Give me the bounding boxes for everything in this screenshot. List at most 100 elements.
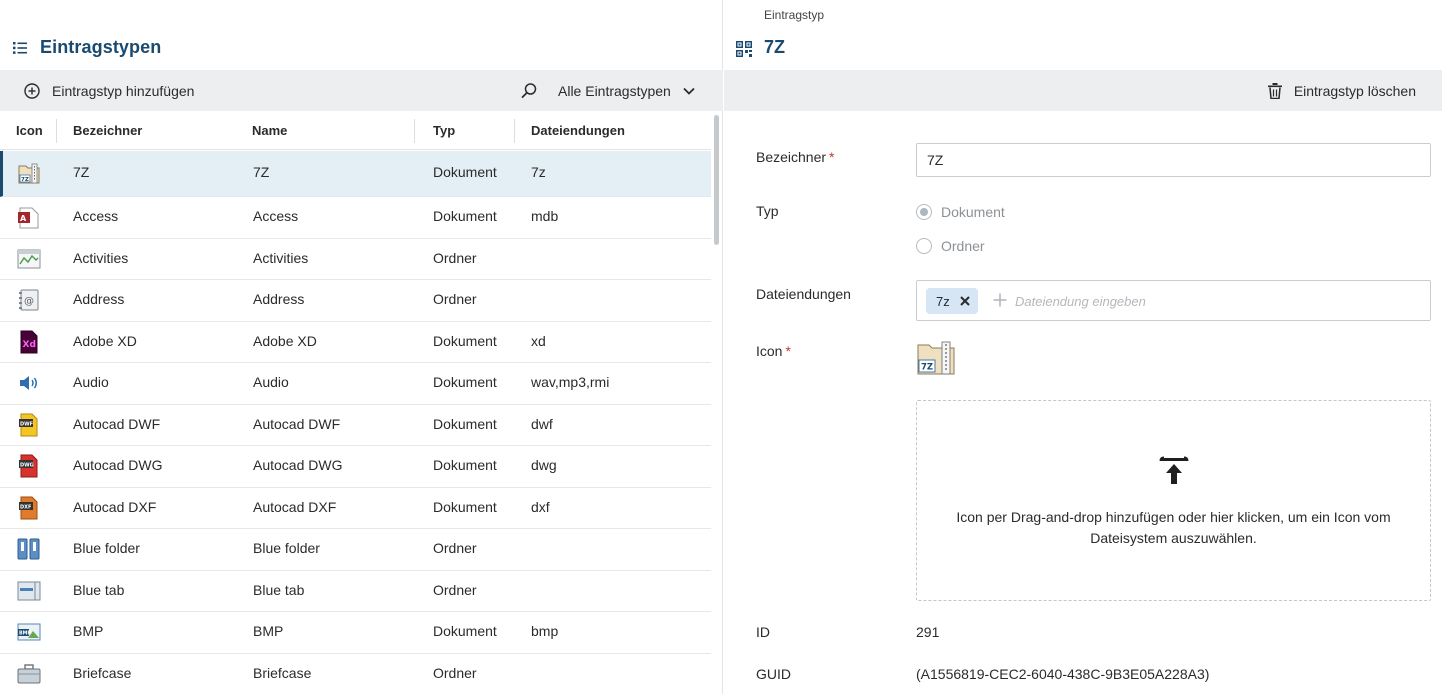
- table-row[interactable]: @ Address Address Ordner: [0, 280, 711, 322]
- table-row[interactable]: DWF Autocad DWF Autocad DWF Dokument dwf: [0, 405, 711, 446]
- column-header-type[interactable]: Typ: [433, 123, 455, 138]
- table-row[interactable]: Blue tab Blue tab Ordner: [0, 571, 711, 612]
- row-name: Audio: [253, 374, 289, 390]
- archive-7z-icon: 7Z: [18, 163, 40, 184]
- plus-icon[interactable]: [993, 293, 1007, 307]
- blue-tab-icon: [17, 581, 41, 601]
- column-header-identifier[interactable]: Bezeichner: [73, 123, 142, 138]
- detail-header: Eintragstyp 7Z: [724, 0, 1442, 70]
- extensions-label: Dateiendungen: [756, 286, 851, 302]
- address-icon: @: [19, 289, 39, 311]
- row-extensions: mdb: [531, 208, 559, 224]
- delete-entry-type-label: Eintragstyp löschen: [1293, 82, 1416, 99]
- table-row[interactable]: Activities Activities Ordner: [0, 239, 711, 280]
- row-name: BMP: [253, 623, 284, 639]
- delete-entry-type-button[interactable]: Eintragstyp löschen: [1267, 80, 1416, 101]
- archive-7z-icon: 7Z: [917, 341, 955, 375]
- required-marker: *: [829, 149, 835, 165]
- row-extensions: wav,mp3,rmi: [531, 374, 610, 390]
- row-name: Autocad DXF: [253, 499, 337, 515]
- extension-input[interactable]: [1015, 289, 1315, 313]
- row-identifier: Blue tab: [73, 582, 125, 598]
- chevron-down-icon: [683, 87, 695, 95]
- blue-folder-icon: [17, 538, 40, 560]
- bmp-icon: BMP: [17, 623, 41, 641]
- row-type: Dokument: [433, 623, 497, 639]
- remove-chip-icon[interactable]: [960, 296, 970, 306]
- table-row[interactable]: Audio Audio Dokument wav,mp3,rmi: [0, 363, 711, 405]
- row-name: Blue tab: [253, 582, 305, 598]
- extensions-tag-field[interactable]: 7z: [916, 280, 1431, 321]
- radio-button-checked[interactable]: [916, 204, 932, 220]
- list-icon: [13, 42, 27, 54]
- column-header-extensions[interactable]: Dateiendungen: [531, 123, 625, 138]
- type-radio-document[interactable]: Dokument: [916, 204, 1005, 220]
- entry-types-list-pane: Eintragstypen Eintragstyp hinzufügen All…: [0, 0, 723, 694]
- search-icon[interactable]: [520, 82, 538, 100]
- row-type: Ordner: [433, 540, 477, 556]
- column-divider[interactable]: [414, 119, 415, 143]
- guid-label: GUID: [756, 666, 791, 682]
- entry-type-detail-pane: Eintragstyp 7Z Eintragstyp löschen Bezei…: [724, 0, 1442, 694]
- row-type: Ordner: [433, 582, 477, 598]
- svg-text:7Z: 7Z: [21, 177, 29, 183]
- row-identifier: Blue folder: [73, 540, 140, 556]
- activities-icon: [17, 249, 41, 269]
- row-name: Autocad DWG: [253, 457, 343, 473]
- svg-text:7Z: 7Z: [921, 363, 933, 373]
- table-row[interactable]: Briefcase Briefcase Ordner: [0, 654, 711, 694]
- table-row[interactable]: 7Z 7Z 7Z Dokument 7z: [0, 151, 711, 197]
- row-type: Ordner: [433, 250, 477, 266]
- dropzone-text: Icon per Drag-and-drop hinzufügen oder h…: [956, 509, 1391, 546]
- scrollbar-thumb[interactable]: [714, 115, 719, 245]
- briefcase-icon: [17, 664, 41, 684]
- table-row[interactable]: Blue folder Blue folder Ordner: [0, 529, 711, 571]
- id-label: ID: [756, 624, 770, 640]
- audio-icon: [20, 376, 37, 390]
- row-extensions: dwf: [531, 416, 553, 432]
- column-divider[interactable]: [514, 119, 515, 143]
- table-row[interactable]: Xd Adobe XD Adobe XD Dokument xd: [0, 322, 711, 363]
- row-type: Dokument: [433, 164, 497, 180]
- svg-text:DXF: DXF: [20, 505, 31, 511]
- table-row[interactable]: A Access Access Dokument mdb: [0, 197, 711, 239]
- add-entry-type-button[interactable]: Eintragstyp hinzufügen: [24, 80, 194, 101]
- row-name: Access: [253, 208, 299, 224]
- autocad-dxf-icon: DXF: [19, 496, 38, 520]
- row-extensions: xd: [531, 333, 546, 349]
- svg-text:DWG: DWG: [20, 463, 34, 469]
- upload-icon: [1159, 456, 1189, 484]
- column-divider[interactable]: [56, 119, 57, 143]
- extension-chip: 7z: [926, 288, 978, 314]
- row-extensions: dxf: [531, 499, 550, 515]
- identifier-input[interactable]: [916, 143, 1431, 177]
- row-type: Dokument: [433, 416, 497, 432]
- row-identifier: BMP: [73, 623, 104, 639]
- type-option-label: Dokument: [941, 204, 1005, 220]
- svg-text:A: A: [20, 214, 27, 223]
- column-header-icon[interactable]: Icon: [16, 123, 43, 138]
- type-radio-folder[interactable]: Ordner: [916, 238, 985, 254]
- row-type: Dokument: [433, 374, 497, 390]
- table-row[interactable]: DXF Autocad DXF Autocad DXF Dokument dxf: [0, 488, 711, 529]
- row-type: Dokument: [433, 457, 497, 473]
- row-name: Briefcase: [253, 665, 312, 681]
- extension-chip-label: 7z: [936, 293, 950, 309]
- row-identifier: 7Z: [73, 164, 90, 180]
- table-row[interactable]: BMP BMP BMP Dokument bmp: [0, 612, 711, 654]
- row-name: 7Z: [253, 164, 270, 180]
- page-title: Eintragstypen: [40, 37, 162, 57]
- row-extensions: dwg: [531, 457, 557, 473]
- table-row[interactable]: DWG Autocad DWG Autocad DWG Dokument dwg: [0, 446, 711, 488]
- radio-button[interactable]: [916, 238, 932, 254]
- entry-type-filter-dropdown[interactable]: Alle Eintragstypen: [558, 80, 695, 101]
- icon-dropzone[interactable]: Icon per Drag-and-drop hinzufügen oder h…: [916, 400, 1431, 601]
- type-option-label: Ordner: [941, 238, 985, 254]
- row-identifier: Briefcase: [73, 665, 132, 681]
- table-scrollbar[interactable]: [712, 111, 723, 694]
- table-header: Icon Bezeichner Name Typ Dateiendungen: [0, 111, 711, 150]
- autocad-dwf-icon: DWF: [19, 413, 38, 437]
- column-header-name[interactable]: Name: [252, 123, 287, 138]
- access-icon: A: [18, 207, 39, 229]
- autocad-dwg-icon: DWG: [19, 454, 38, 478]
